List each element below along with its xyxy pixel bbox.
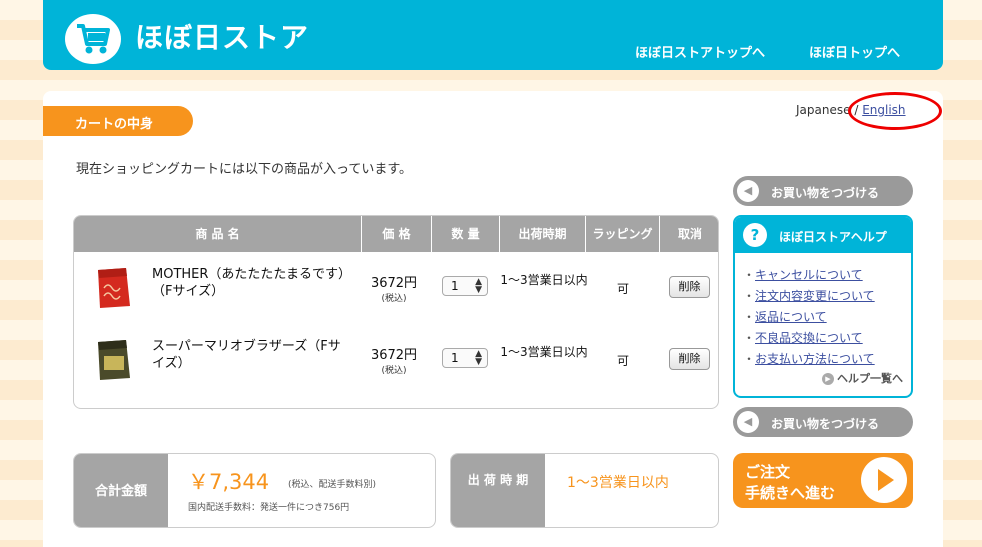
price-value: 3672円 <box>370 276 418 291</box>
header-product: 商 品 名 <box>74 216 362 252</box>
help-link-cancel[interactable]: キャンセルについて <box>755 268 863 282</box>
list-item: ・返品について <box>743 310 827 324</box>
hobonichi-top-link[interactable]: ほぼ日トップへ <box>809 42 900 61</box>
help-title: ほぼ日ストアヘルプ <box>779 230 887 244</box>
table-row: MOTHER（あたたたたまるです）（Fサイズ） 3672円 (税込) 1 ▲ ▼ … <box>74 252 718 322</box>
help-panel: ? ほぼ日ストアヘルプ ・キャンセルについて ・注文内容変更について ・返品につ… <box>733 215 913 398</box>
proceed-order-button[interactable]: ご注文 手続きへ進む <box>733 453 913 508</box>
product-thumbnail[interactable] <box>90 336 136 384</box>
help-link-payment[interactable]: お支払い方法について <box>755 352 875 366</box>
header-cancel: 取消 <box>677 227 702 241</box>
continue-shopping-button-bottom[interactable]: ◀ お買い物をつづける <box>733 407 913 437</box>
order-label-line1: ご注文 <box>745 463 791 481</box>
product-name[interactable]: MOTHER（あたたたたまるです）（Fサイズ） <box>152 266 352 300</box>
help-link-order-change[interactable]: 注文内容変更について <box>755 289 875 303</box>
continue-shopping-label: お買い物をつづける <box>771 186 880 200</box>
order-label-line2: 手続きへ進む <box>745 484 836 502</box>
ship-period-value: 1〜3営業日以内 <box>567 475 669 491</box>
tax-note: (税込) <box>381 294 407 304</box>
back-arrow-icon: ◀ <box>737 411 759 433</box>
stepper-arrows-icon: ▲ ▼ <box>475 349 482 367</box>
help-link-returns[interactable]: 返品について <box>755 310 827 324</box>
cart-table: 商 品 名 価 格 数 量 出荷時期 ラッピング 取消 MOTHER（あたたたた… <box>73 215 719 409</box>
price-value: 3672円 <box>370 348 418 363</box>
total-label: 合計金額 <box>74 454 168 527</box>
header-wrapping: ラッピング <box>586 216 660 252</box>
delete-button[interactable]: 削除 <box>669 348 710 370</box>
tax-note: (税込) <box>381 366 407 376</box>
question-icon: ? <box>743 223 767 247</box>
ship-period-box: 出 荷 時 期 1〜3営業日以内 <box>450 453 719 528</box>
quantity-select[interactable]: 1 ▲ ▼ <box>442 276 488 296</box>
highlight-circle <box>848 92 942 130</box>
wrapping-status: 可 <box>616 282 629 296</box>
total-note: (税込、配送手数料別) <box>288 480 377 490</box>
quantity-value: 1 <box>451 351 459 365</box>
table-header: 商 品 名 価 格 数 量 出荷時期 ラッピング 取消 <box>74 216 718 252</box>
quantity-value: 1 <box>451 279 459 293</box>
table-row: スーパーマリオブラザーズ（Fサイズ） 3672円 (税込) 1 ▲ ▼ 1〜3営業… <box>74 324 718 394</box>
total-amount: ￥7,344 <box>188 470 270 494</box>
cart-intro-text: 現在ショッピングカートには以下の商品が入っています。 <box>76 162 413 177</box>
product-thumbnail[interactable] <box>90 264 136 312</box>
list-item: ・注文内容変更について <box>743 289 875 303</box>
stepper-arrows-icon: ▲ ▼ <box>475 277 482 295</box>
list-item: ・不良品交換について <box>743 331 863 345</box>
ship-period-label: 出 荷 時 期 <box>451 454 545 527</box>
back-arrow-icon: ◀ <box>737 180 759 202</box>
product-name[interactable]: スーパーマリオブラザーズ（Fサイズ） <box>152 338 352 372</box>
cart-logo-icon[interactable] <box>65 14 121 64</box>
help-links: ・キャンセルについて ・注文内容変更について ・返品について ・不良品交換につい… <box>735 253 911 370</box>
help-all-label: ヘルプ一覧へ <box>837 372 903 385</box>
continue-shopping-button[interactable]: ◀ お買い物をつづける <box>733 176 913 206</box>
product-price: 3672円 (税込) <box>364 344 424 376</box>
store-top-link[interactable]: ほぼ日ストアトップへ <box>635 42 765 61</box>
product-price: 3672円 (税込) <box>364 272 424 304</box>
quantity-select[interactable]: 1 ▲ ▼ <box>442 348 488 368</box>
help-link-defect-exchange[interactable]: 不良品交換について <box>755 331 863 345</box>
cart-contents-tab: カートの中身 <box>43 106 193 136</box>
list-item: ・キャンセルについて <box>743 268 863 282</box>
store-logo-text[interactable]: ほぼ日ストア <box>135 16 309 56</box>
help-all-link[interactable]: ▶ ヘルプ一覧へ <box>822 370 903 386</box>
header-price: 価 格 <box>362 216 432 252</box>
header-ship: 出荷時期 <box>500 216 586 252</box>
language-japanese[interactable]: Japanese <box>796 103 851 117</box>
header-quantity: 数 量 <box>432 216 500 252</box>
ship-period: 1〜3営業日以内 <box>500 273 588 287</box>
list-item: ・お支払い方法について <box>743 352 875 366</box>
total-box: 合計金額 ￥7,344 (税込、配送手数料別) 国内配送手数料：発送一件につき7… <box>73 453 436 528</box>
play-icon: ▶ <box>822 373 834 385</box>
help-header: ? ほぼ日ストアヘルプ <box>735 217 911 253</box>
ship-period: 1〜3営業日以内 <box>500 345 588 359</box>
delete-button[interactable]: 削除 <box>669 276 710 298</box>
play-arrow-icon <box>861 457 907 503</box>
site-header: ほぼ日ストア ほぼ日ストアトップへ ほぼ日トップへ <box>43 0 943 70</box>
shipping-fee-note: 国内配送手数料：発送一件につき756円 <box>188 503 350 513</box>
wrapping-status: 可 <box>616 354 629 368</box>
continue-shopping-label: お買い物をつづける <box>771 417 880 431</box>
